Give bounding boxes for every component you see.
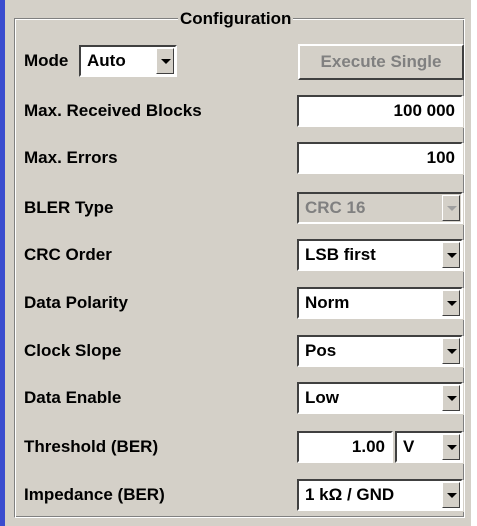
window-accent-bar [0, 0, 5, 526]
impedance-label: Impedance (BER) [24, 485, 165, 504]
configuration-panel: Configuration Mode Auto Execute Single M… [0, 0, 477, 526]
impedance-value: 1 kΩ / GND [305, 485, 395, 504]
window-edge [471, 0, 477, 526]
mode-label: Mode [24, 51, 69, 70]
group-title: Configuration [178, 8, 294, 30]
data-polarity-select[interactable]: Norm [297, 287, 463, 319]
threshold-label: Threshold (BER) [24, 437, 159, 456]
bler-type-value: CRC 16 [305, 198, 366, 217]
threshold-value: 1.00 [351, 437, 385, 456]
threshold-input[interactable]: 1.00 [297, 431, 393, 463]
threshold-unit-select[interactable]: V [395, 431, 463, 463]
mode-value: Auto [87, 51, 126, 70]
clock-slope-label: Clock Slope [24, 341, 122, 360]
chevron-down-icon[interactable] [442, 290, 460, 316]
mode-select[interactable]: Auto [79, 45, 177, 77]
max-received-blocks-value: 100 000 [393, 101, 455, 120]
chevron-down-icon[interactable] [442, 195, 460, 221]
chevron-down-icon[interactable] [442, 434, 460, 460]
data-enable-value: Low [305, 388, 339, 407]
max-received-blocks-label: Max. Received Blocks [24, 101, 202, 120]
chevron-down-icon[interactable] [442, 242, 460, 268]
clock-slope-select[interactable]: Pos [297, 335, 463, 367]
crc-order-label: CRC Order [24, 245, 112, 264]
execute-single-button[interactable]: Execute Single [298, 44, 464, 80]
data-polarity-value: Norm [305, 293, 350, 312]
impedance-select[interactable]: 1 kΩ / GND [297, 479, 463, 511]
max-errors-input[interactable]: 100 [297, 142, 463, 174]
chevron-down-icon[interactable] [156, 48, 174, 74]
threshold-unit-value: V [403, 437, 415, 456]
crc-order-select[interactable]: LSB first [297, 239, 463, 271]
data-enable-label: Data Enable [24, 388, 122, 407]
max-errors-value: 100 [426, 148, 455, 167]
max-received-blocks-input[interactable]: 100 000 [297, 95, 463, 127]
data-polarity-label: Data Polarity [24, 293, 128, 312]
data-enable-select[interactable]: Low [297, 382, 463, 414]
bler-type-select[interactable]: CRC 16 [297, 192, 463, 224]
crc-order-value: LSB first [305, 245, 376, 264]
bler-type-label: BLER Type [24, 198, 114, 217]
chevron-down-icon[interactable] [442, 338, 460, 364]
chevron-down-icon[interactable] [442, 482, 460, 508]
max-errors-label: Max. Errors [24, 148, 118, 167]
clock-slope-value: Pos [305, 341, 337, 360]
chevron-down-icon[interactable] [442, 385, 460, 411]
